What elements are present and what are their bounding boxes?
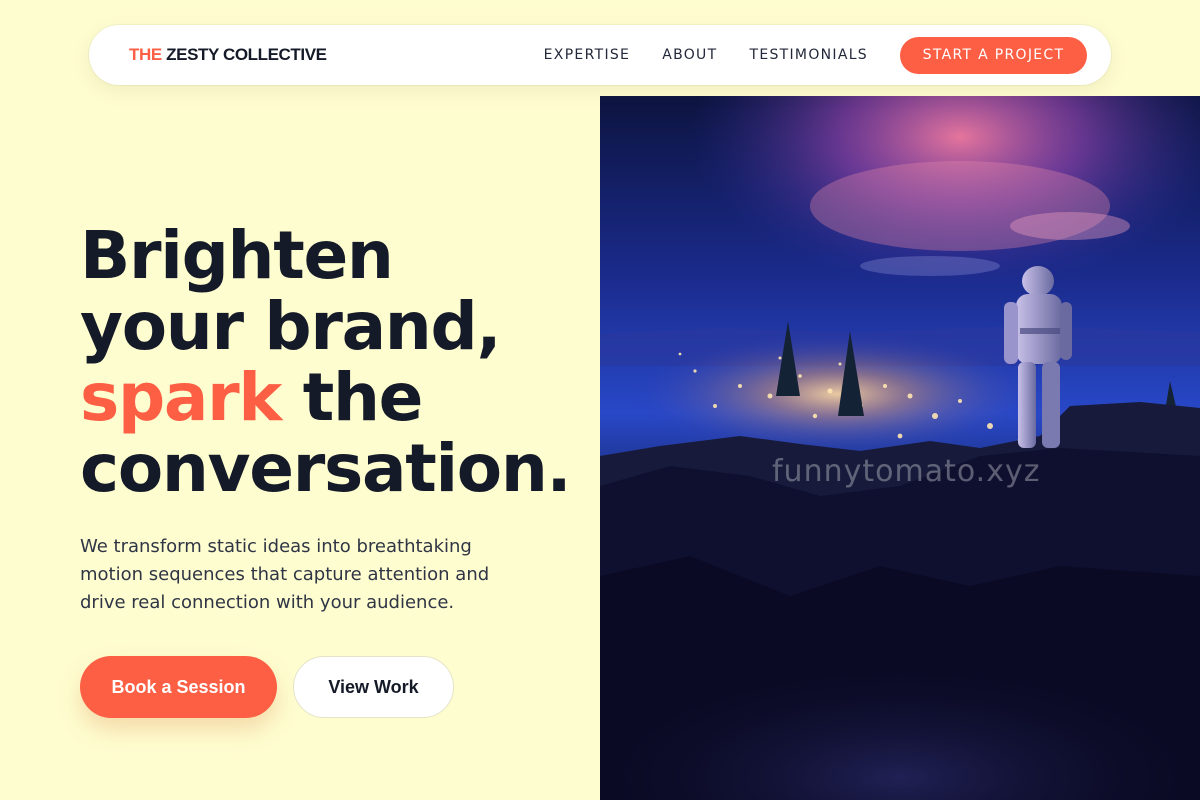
hero-image: funnytomato.xyz: [600, 96, 1200, 800]
book-session-button[interactable]: Book a Session: [80, 656, 277, 718]
headline-line-3: spark the: [80, 362, 600, 433]
top-nav: THE ZESTY COLLECTIVE EXPERTISE ABOUT TES…: [89, 25, 1111, 85]
headline-line-3-rest: the: [302, 359, 424, 436]
view-work-button[interactable]: View Work: [293, 656, 454, 718]
brand-accent: THE: [129, 45, 162, 64]
headline-line-4: conversation.: [80, 430, 572, 507]
start-project-button[interactable]: START A PROJECT: [900, 36, 1087, 74]
astronaut-night-scene: [600, 96, 1200, 800]
nav-links: EXPERTISE ABOUT TESTIMONIALS START A PRO…: [544, 36, 1087, 74]
hero-description: We transform static ideas into breathtak…: [80, 536, 490, 613]
headline-line-1: Brighten: [80, 217, 394, 294]
brand-logo[interactable]: THE ZESTY COLLECTIVE: [129, 45, 327, 65]
headline-highlight: spark: [80, 359, 282, 436]
image-watermark: funnytomato.xyz: [772, 454, 1041, 489]
brand-name: ZESTY COLLECTIVE: [166, 45, 327, 64]
nav-link-about[interactable]: ABOUT: [662, 47, 717, 63]
nav-link-expertise[interactable]: EXPERTISE: [544, 47, 631, 63]
headline-line-2: your brand,: [80, 288, 502, 365]
hero-headline: Brighten your brand, spark the conversat…: [80, 220, 600, 504]
nav-link-testimonials[interactable]: TESTIMONIALS: [749, 47, 868, 63]
